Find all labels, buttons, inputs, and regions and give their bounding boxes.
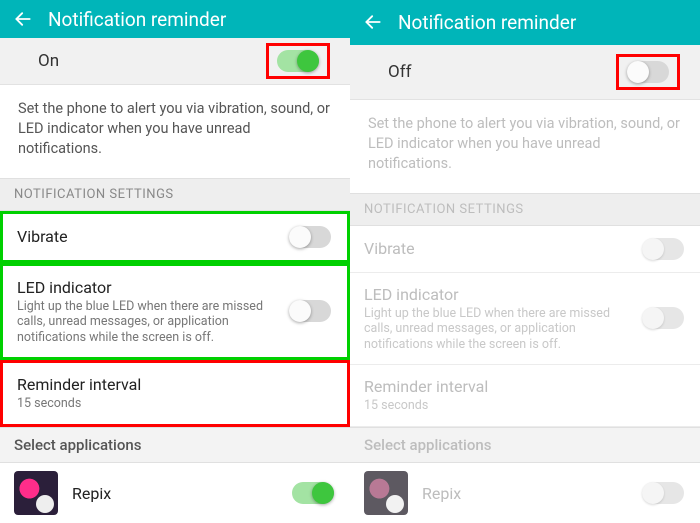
app-row[interactable]: Repix	[0, 463, 350, 523]
vibrate-row: Vibrate	[350, 226, 700, 273]
master-toggle-row[interactable]: On	[0, 38, 350, 85]
app-toggle	[642, 482, 684, 504]
section-header: NOTIFICATION SETTINGS	[0, 178, 350, 211]
select-apps-header: Select applications	[350, 427, 700, 463]
led-toggle	[642, 307, 684, 329]
feature-description: Set the phone to alert you via vibration…	[0, 85, 350, 178]
interval-value: 15 seconds	[17, 396, 323, 412]
led-sublabel: Light up the blue LED when there are mis…	[17, 299, 281, 346]
app-toggle[interactable]	[292, 482, 334, 504]
master-toggle-label: Off	[388, 62, 412, 82]
app-row: Repix	[350, 463, 700, 523]
interval-row[interactable]: Reminder interval 15 seconds	[0, 360, 350, 427]
led-row[interactable]: LED indicator Light up the blue LED when…	[0, 263, 350, 361]
interval-label: Reminder interval	[17, 375, 323, 394]
pane-on: Notification reminder On Set the phone t…	[0, 0, 350, 523]
highlight-master-toggle	[266, 43, 330, 79]
section-header: NOTIFICATION SETTINGS	[350, 193, 700, 226]
back-arrow-icon[interactable]	[12, 8, 34, 30]
app-header: Notification reminder	[0, 0, 350, 38]
led-label: LED indicator	[17, 278, 281, 297]
feature-description: Set the phone to alert you via vibration…	[350, 100, 700, 193]
led-row: LED indicator Light up the blue LED when…	[350, 273, 700, 366]
interval-label: Reminder interval	[364, 377, 676, 396]
app-header: Notification reminder	[350, 0, 700, 45]
select-apps-header[interactable]: Select applications	[0, 427, 350, 463]
master-toggle-switch[interactable]	[627, 61, 669, 83]
header-title: Notification reminder	[398, 11, 576, 34]
highlight-master-toggle	[616, 54, 680, 90]
app-name: Repix	[422, 484, 642, 503]
led-toggle[interactable]	[289, 300, 331, 322]
app-icon-repix	[364, 471, 408, 515]
pane-off: Notification reminder Off Set the phone …	[350, 0, 700, 523]
app-name: Repix	[72, 484, 292, 503]
master-toggle-label: On	[38, 51, 59, 71]
vibrate-label: Vibrate	[364, 239, 634, 258]
vibrate-label: Vibrate	[17, 227, 281, 246]
interval-value: 15 seconds	[364, 398, 676, 414]
header-title: Notification reminder	[48, 8, 226, 31]
back-arrow-icon[interactable]	[362, 11, 384, 33]
vibrate-toggle[interactable]	[289, 226, 331, 248]
led-label: LED indicator	[364, 285, 634, 304]
master-toggle-switch[interactable]	[277, 50, 319, 72]
vibrate-row[interactable]: Vibrate	[0, 211, 350, 263]
master-toggle-row[interactable]: Off	[350, 45, 700, 100]
app-icon-repix	[14, 471, 58, 515]
led-sublabel: Light up the blue LED when there are mis…	[364, 306, 634, 353]
vibrate-toggle	[642, 238, 684, 260]
interval-row: Reminder interval 15 seconds	[350, 365, 700, 427]
